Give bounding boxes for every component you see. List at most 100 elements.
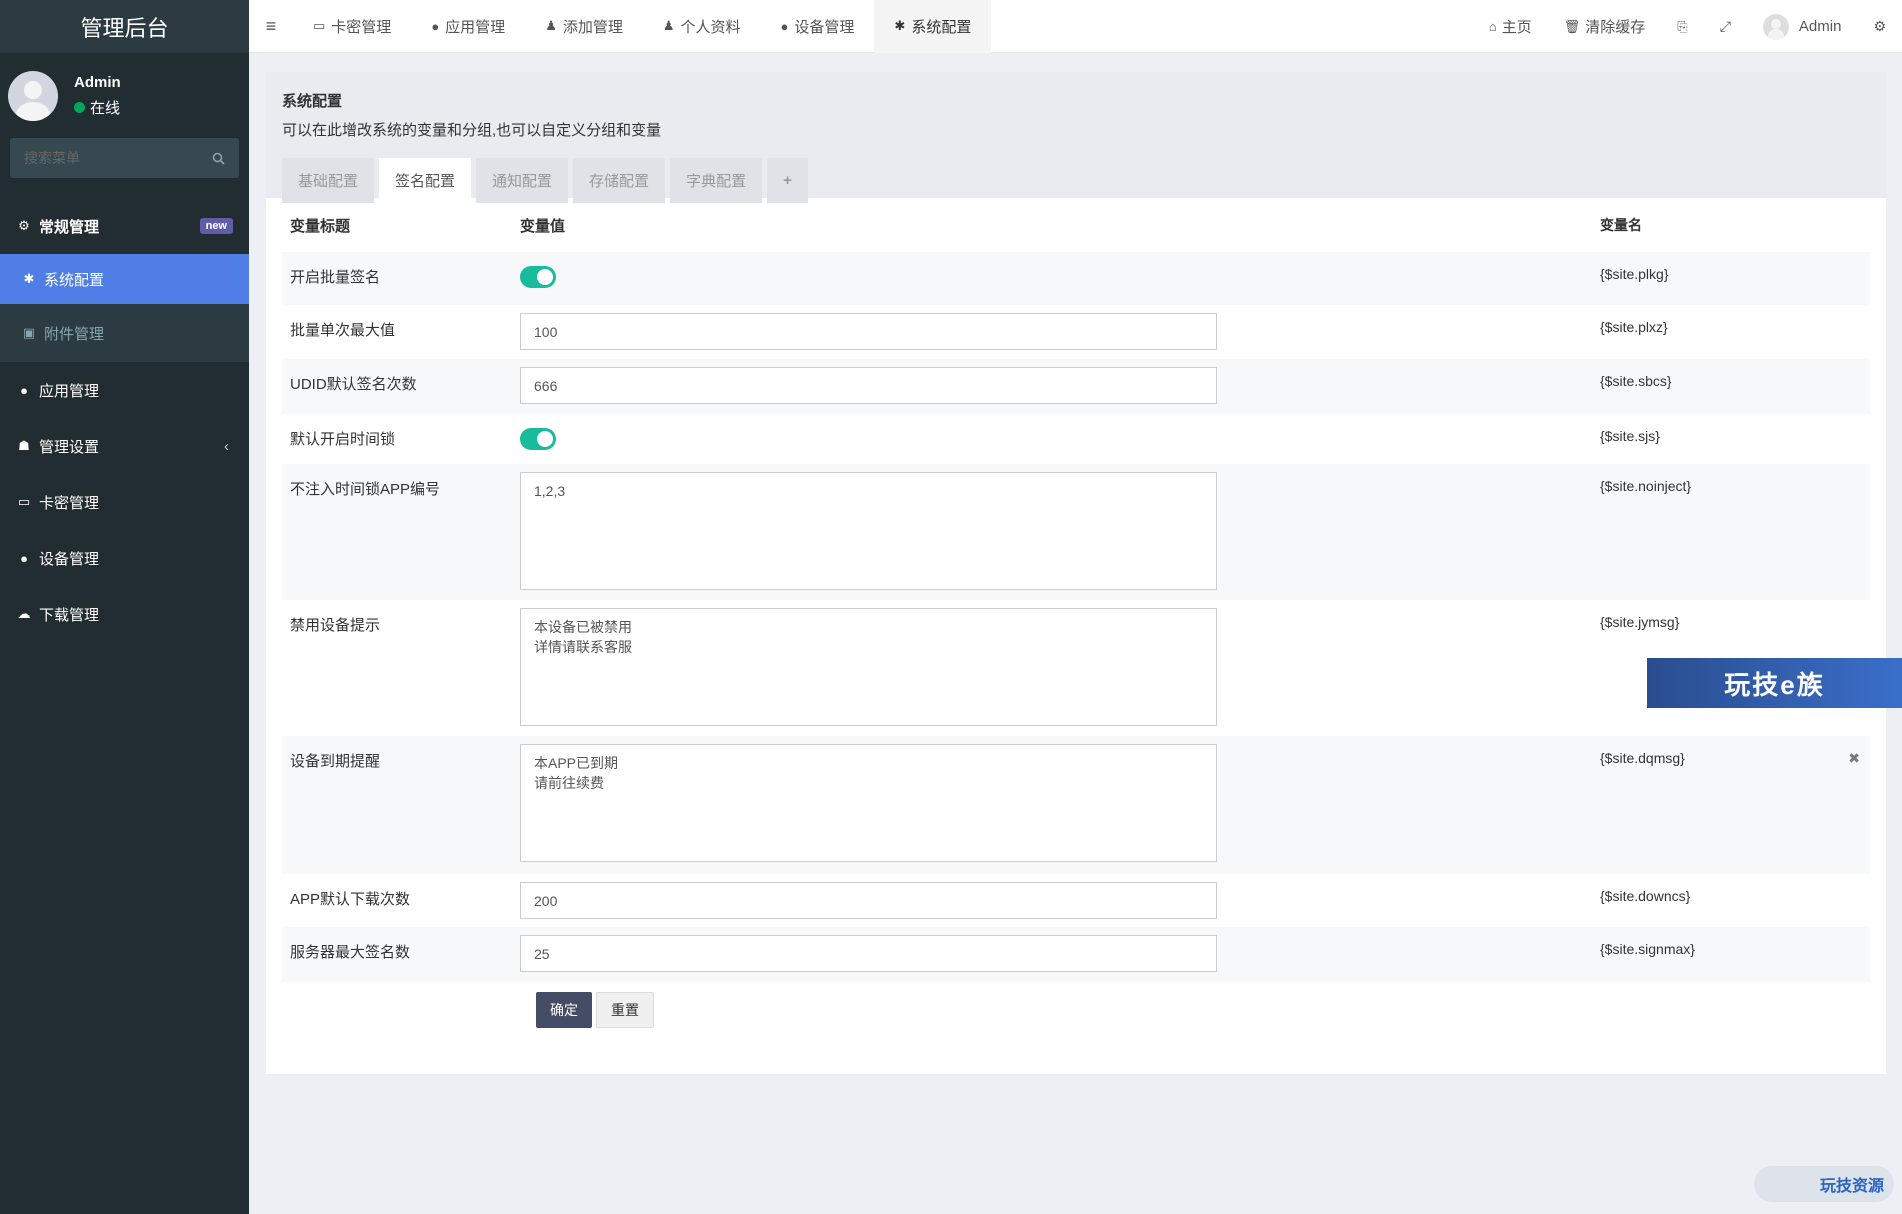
column-header: 变量值: [520, 217, 566, 235]
config-panel: 系统配置 可以在此增改系统的变量和分组,也可以自定义分组和变量 基础配置 签名配…: [266, 72, 1886, 1074]
sidebar-item-downloads[interactable]: ☁ 下载管理: [0, 586, 249, 642]
disabled-device-message-textarea[interactable]: 本设备已被禁用 详情请联系客服: [520, 608, 1217, 726]
row-var-name: {$site.jymsg}: [1600, 614, 1680, 630]
sidebar: 管理后台 Admin 在线 搜索菜单 ⚙ 常规管理 new ✱ 系统配置 ▣ 附…: [0, 0, 249, 1214]
row-title: 默认开启时间锁: [290, 431, 396, 448]
row-title: APP默认下载次数: [290, 891, 411, 908]
users-icon: ☗: [18, 438, 30, 453]
sidebar-item-attachments[interactable]: ▣ 附件管理: [0, 304, 249, 362]
tab-apps[interactable]: ● 应用管理: [411, 0, 525, 53]
gear-icon: ✱: [894, 18, 906, 33]
tab-label: 设备管理: [794, 18, 855, 36]
row-title: UDID默认签名次数: [290, 376, 417, 393]
sidebar-item-label: 管理设置: [39, 438, 100, 456]
tab-sign-config[interactable]: 签名配置: [379, 158, 472, 203]
server-max-sign-input[interactable]: 25: [520, 935, 1217, 972]
watermark-banner: 玩技e族: [1647, 658, 1902, 708]
new-badge: new: [199, 218, 233, 234]
fullscreen-icon[interactable]: ⤢: [1704, 18, 1747, 35]
row-title: 禁用设备提示: [290, 617, 381, 634]
table-row: 开启批量签名 {$site.plkg}: [282, 252, 1870, 305]
batch-sign-toggle[interactable]: [520, 266, 556, 288]
tab-basic-config[interactable]: 基础配置: [282, 158, 375, 203]
menu-toggle-icon[interactable]: ≡: [249, 16, 293, 37]
sidebar-item-label: 下载管理: [39, 606, 100, 624]
row-title: 设备到期提醒: [290, 753, 381, 770]
language-icon[interactable]: ⎘: [1661, 19, 1703, 35]
tab-add-admin[interactable]: ♟ 添加管理: [525, 0, 643, 53]
panel-heading: 系统配置 可以在此增改系统的变量和分组,也可以自定义分组和变量 基础配置 签名配…: [266, 72, 1886, 203]
apple-icon: ●: [20, 550, 28, 566]
tab-profile[interactable]: ♟ 个人资料: [643, 0, 761, 53]
top-navbar: ≡ ▭ 卡密管理 ● 应用管理 ♟ 添加管理 ♟ 个人资料 ● 设备管理 ✱ 系统配置 ⌂ 主…: [249, 0, 1902, 53]
sidebar-menu: ⚙ 常规管理 new ✱ 系统配置 ▣ 附件管理 ● 应用管理 ☗ 管理设置 ‹…: [0, 198, 249, 642]
user-menu[interactable]: Admin: [1747, 13, 1858, 40]
online-dot-icon: [74, 101, 85, 113]
remove-icon[interactable]: ✖: [1848, 750, 1860, 767]
default-download-count-input[interactable]: 200: [520, 882, 1217, 919]
time-lock-toggle[interactable]: [520, 428, 556, 450]
trash-icon: 🗑: [1563, 18, 1581, 34]
app-logo[interactable]: 管理后台: [0, 0, 249, 53]
tab-label: 添加管理: [562, 18, 623, 36]
table-row: 服务器最大签名数 25 {$site.signmax}: [282, 927, 1870, 982]
sidebar-item-devices[interactable]: ● 设备管理: [0, 530, 249, 586]
tab-notify-config[interactable]: 通知配置: [476, 158, 569, 203]
row-title: 服务器最大签名数: [290, 944, 411, 961]
reset-button[interactable]: 重置: [596, 992, 654, 1028]
user-status: 在线: [74, 97, 121, 118]
expiry-message-textarea[interactable]: 本APP已到期 请前往续费: [520, 744, 1217, 862]
udid-sign-count-input[interactable]: 666: [520, 367, 1217, 404]
table-header: 变量标题 变量值 变量名: [282, 198, 1870, 252]
tab-label: 应用管理: [445, 18, 506, 36]
sidebar-item-system-config[interactable]: ✱ 系统配置: [0, 254, 249, 304]
sidebar-item-admin-settings[interactable]: ☗ 管理设置 ‹: [0, 418, 249, 474]
tab-system-config[interactable]: ✱ 系统配置: [874, 0, 992, 53]
form-actions: 确定 重置: [536, 992, 1870, 1028]
card-icon: ▭: [313, 18, 326, 33]
table-row: APP默认下载次数 200 {$site.downcs}: [282, 874, 1870, 927]
user-status-text: 在线: [90, 99, 121, 117]
home-link[interactable]: ⌂ 主页: [1473, 16, 1548, 37]
clear-cache-button[interactable]: 🗑 清除缓存: [1548, 16, 1662, 37]
no-inject-app-ids-textarea[interactable]: 1,2,3: [520, 472, 1217, 590]
config-table: 变量标题 变量值 变量名 开启批量签名 {$site.plkg} 批量单次最大值…: [282, 198, 1870, 1028]
sidebar-item-apps[interactable]: ● 应用管理: [0, 362, 249, 418]
sidebar-item-label: 附件管理: [44, 325, 105, 343]
home-label: 主页: [1501, 19, 1532, 36]
column-header: 变量名: [1600, 217, 1642, 233]
row-var-name: {$site.sjs}: [1600, 428, 1660, 444]
watermark-corner: 玩技资源: [1754, 1166, 1894, 1202]
column-header: 变量标题: [290, 217, 351, 235]
add-tab-button[interactable]: +: [767, 158, 808, 203]
row-var-name: {$site.signmax}: [1600, 941, 1695, 957]
settings-cogs-icon[interactable]: ⚙: [1857, 18, 1902, 35]
config-tabs: 基础配置 签名配置 通知配置 存储配置 字典配置 +: [282, 158, 1870, 203]
row-var-name: {$site.dqmsg}: [1600, 750, 1685, 766]
table-row: 批量单次最大值 100 {$site.plxz}: [282, 305, 1870, 359]
avatar: [8, 70, 58, 121]
chevron-left-icon: ‹: [224, 437, 229, 455]
batch-max-input[interactable]: 100: [520, 313, 1217, 350]
tab-cards[interactable]: ▭ 卡密管理: [293, 0, 411, 53]
tab-devices[interactable]: ● 设备管理: [761, 0, 875, 53]
sidebar-item-cards[interactable]: ▭ 卡密管理: [0, 474, 249, 530]
search-icon[interactable]: [212, 152, 225, 165]
table-row: 禁用设备提示 本设备已被禁用 详情请联系客服 {$site.jymsg}: [282, 600, 1870, 736]
card-icon: ▭: [17, 494, 31, 509]
submit-button[interactable]: 确定: [536, 992, 592, 1028]
sidebar-item-label: 系统配置: [44, 271, 105, 289]
user-icon: ♟: [545, 18, 557, 33]
gear-icon: ✱: [23, 271, 35, 286]
row-title: 开启批量签名: [290, 269, 381, 286]
image-icon: ▣: [22, 325, 36, 340]
cogs-icon: ⚙: [18, 218, 30, 233]
sidebar-item-general[interactable]: ⚙ 常规管理 new: [0, 198, 249, 254]
avatar: [1762, 13, 1789, 40]
table-row: 默认开启时间锁 {$site.sjs}: [282, 414, 1870, 464]
menu-search-input[interactable]: 搜索菜单: [10, 138, 239, 178]
tab-storage-config[interactable]: 存储配置: [573, 158, 666, 203]
sidebar-item-label: 设备管理: [39, 550, 100, 568]
app-icon: ●: [20, 382, 28, 398]
tab-dict-config[interactable]: 字典配置: [670, 158, 763, 203]
